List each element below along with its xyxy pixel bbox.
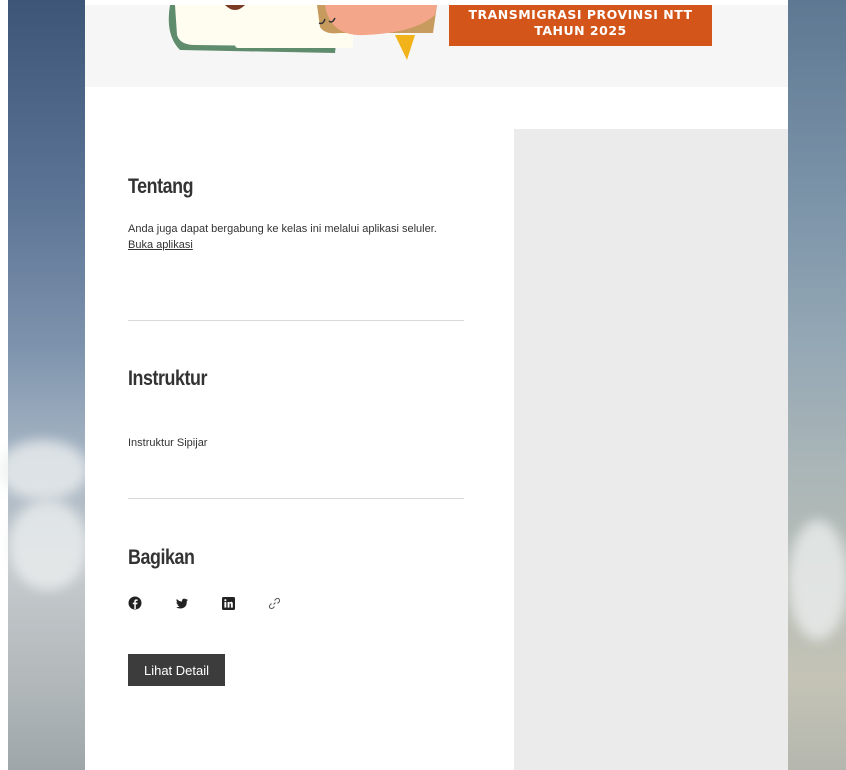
about-heading: Tentang (128, 175, 194, 198)
twitter-icon[interactable] (175, 596, 189, 610)
banner-title-box: TRANSMIGRASI PROVINSI NTT TAHUN 2025 (449, 5, 712, 46)
section-divider (128, 498, 464, 499)
link-icon[interactable] (267, 596, 281, 610)
instructor-heading: Instruktur (128, 367, 208, 390)
background-sky-right (788, 0, 846, 770)
page-edge (0, 0, 8, 770)
course-page: TRANSMIGRASI PROVINSI NTT TAHUN 2025 Ten… (85, 0, 788, 770)
banner-illustration (168, 5, 445, 60)
banner-title-line2: TAHUN 2025 (534, 23, 627, 38)
banner-title-line1: TRANSMIGRASI PROVINSI NTT (468, 7, 693, 22)
section-divider (128, 320, 464, 321)
view-detail-button[interactable]: Lihat Detail (128, 654, 225, 686)
course-banner: TRANSMIGRASI PROVINSI NTT TAHUN 2025 (85, 5, 788, 87)
facebook-icon[interactable] (128, 596, 142, 610)
about-text: Anda juga dapat bergabung ke kelas ini m… (128, 223, 437, 235)
sidebar-panel (514, 129, 788, 770)
background-sky-left (0, 0, 88, 770)
linkedin-icon[interactable] (221, 596, 235, 610)
open-app-link[interactable]: Buka aplikasi (128, 239, 193, 251)
instructor-name: Instruktur Sipijar (128, 437, 208, 449)
share-heading: Bagikan (128, 546, 195, 569)
